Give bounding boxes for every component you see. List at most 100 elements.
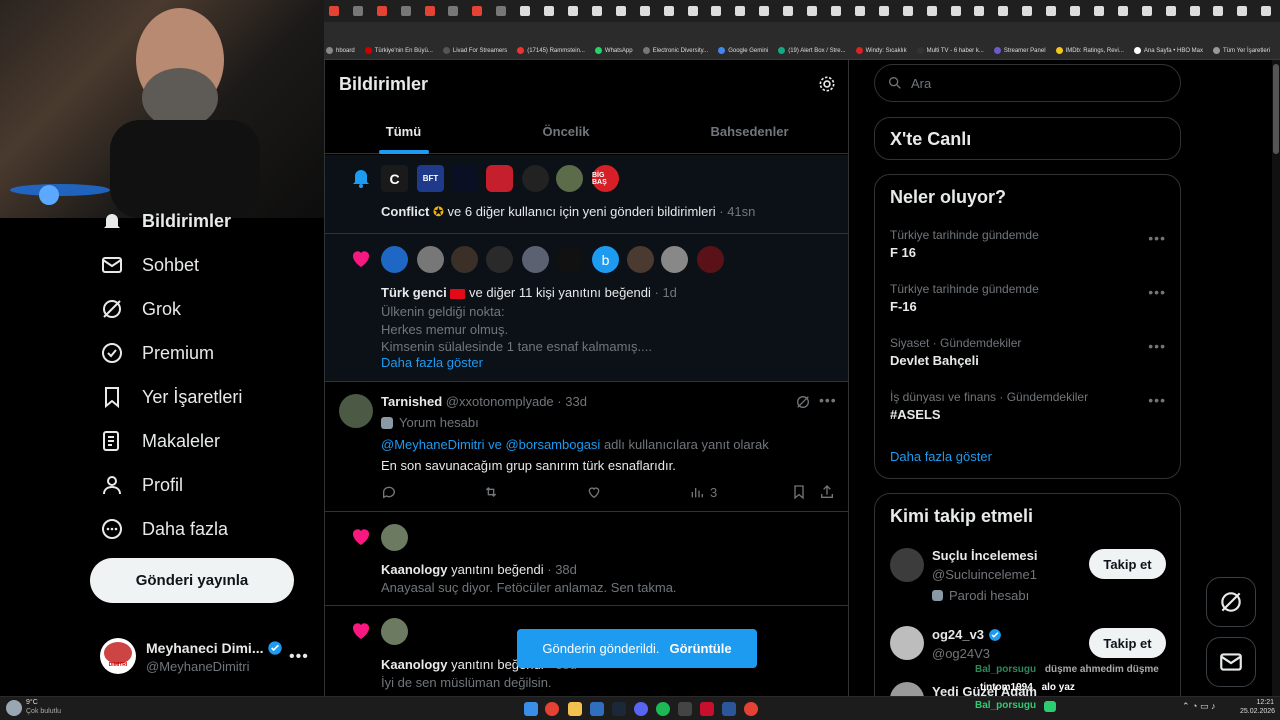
avatar[interactable]: C	[381, 165, 408, 192]
trend-item[interactable]: Siyaset · Gündemdekiler Devlet Bahçeli	[890, 336, 1021, 368]
browser-tab[interactable]	[444, 3, 464, 19]
bookmark-item[interactable]: IMDb: Ratings, Revi...	[1055, 47, 1124, 54]
like-icon[interactable]	[586, 484, 602, 500]
nav-item-articles[interactable]: Makaleler	[100, 429, 220, 453]
mention-link[interactable]: @MeyhaneDimitri	[381, 437, 485, 452]
notification-item[interactable]: C BFT BİG BAŞ Conflict ✪ ve 6 diğer kull…	[325, 155, 848, 234]
account-avatar[interactable]: DIMITRI	[100, 638, 136, 674]
browser-tab[interactable]	[539, 3, 559, 19]
bookmark-item[interactable]: Multi TV - 6 haber k...	[916, 47, 984, 54]
author-handle[interactable]: @xxotonomplyade	[446, 394, 554, 409]
author-name[interactable]: Tarnished	[381, 394, 442, 409]
nav-item-chat[interactable]: Sohbet	[100, 253, 199, 277]
post-button[interactable]: Gönderi yayınla	[90, 558, 294, 603]
bookmark-item[interactable]: WhatsApp	[594, 47, 633, 54]
nav-item-bookmarks[interactable]: Yer İşaretleri	[100, 385, 242, 409]
trend-more-icon[interactable]: •••	[1148, 338, 1166, 354]
post-more-icon[interactable]: •••	[819, 392, 837, 408]
bookmark-item[interactable]: Tüm Yer İşaretleri	[1213, 47, 1270, 54]
browser-tab[interactable]	[1137, 3, 1157, 19]
browser-tab[interactable]	[1232, 3, 1252, 19]
live-card[interactable]: X'te Canlı	[874, 117, 1181, 160]
avatar[interactable]	[451, 165, 478, 192]
browser-tab[interactable]	[515, 3, 535, 19]
avatar[interactable]	[339, 394, 373, 428]
avatar[interactable]	[486, 165, 513, 192]
browser-tab[interactable]	[754, 3, 774, 19]
chrome-icon[interactable]	[744, 702, 758, 716]
folder-icon[interactable]	[568, 702, 582, 716]
bookmark-item[interactable]: Windy: Sıcaklık	[855, 47, 907, 54]
avatar[interactable]	[890, 626, 924, 660]
reply-post[interactable]: Tarnished @xxotonomplyade · 33d ••• Yoru…	[325, 382, 848, 512]
browser-tab[interactable]	[1113, 3, 1133, 19]
avatar[interactable]	[486, 246, 513, 273]
browser-tab[interactable]	[563, 3, 583, 19]
avatar[interactable]	[451, 246, 478, 273]
browser-tab[interactable]	[659, 3, 679, 19]
avatar[interactable]	[417, 246, 444, 273]
search-box[interactable]: Ara	[874, 64, 1181, 102]
app-icon[interactable]	[678, 702, 692, 716]
avatar[interactable]	[381, 246, 408, 273]
steam-icon[interactable]	[612, 702, 626, 716]
actor-name[interactable]: Kaanology	[381, 562, 447, 577]
avatar[interactable]	[522, 246, 549, 273]
trend-more-icon[interactable]: •••	[1148, 284, 1166, 300]
avatar[interactable]	[381, 524, 408, 551]
avatar[interactable]	[890, 548, 924, 582]
browser-tab[interactable]	[635, 3, 655, 19]
grok-icon[interactable]	[795, 394, 811, 410]
actor-name[interactable]: Türk genci	[381, 285, 447, 300]
bookmark-icon[interactable]	[791, 484, 807, 500]
trend-item[interactable]: Türkiye tarihinde gündemde F 16	[890, 228, 1039, 260]
browser-tab[interactable]	[348, 3, 368, 19]
actor-name[interactable]: Conflict	[381, 204, 429, 219]
show-more-link[interactable]: Daha fazla göster	[381, 355, 483, 370]
reply-icon[interactable]	[381, 484, 397, 500]
grok-fab[interactable]	[1206, 577, 1256, 627]
browser-tab[interactable]	[1041, 3, 1061, 19]
toast-view-button[interactable]: Görüntüle	[669, 641, 731, 656]
avatar[interactable]	[661, 246, 688, 273]
browser-tab[interactable]	[898, 3, 918, 19]
browser-tab[interactable]	[707, 3, 727, 19]
browser-tab[interactable]	[730, 3, 750, 19]
app-icon[interactable]	[722, 702, 736, 716]
browser-tab[interactable]	[874, 3, 894, 19]
discord-icon[interactable]	[634, 702, 648, 716]
browser-tab[interactable]	[396, 3, 416, 19]
browser-tab[interactable]	[778, 3, 798, 19]
browser-tab[interactable]	[850, 3, 870, 19]
nav-item-premium[interactable]: Premium	[100, 341, 214, 365]
notification-item[interactable]: Kaanology yanıtını beğendi · 38d Anayasa…	[325, 512, 848, 606]
nav-item-profile[interactable]: Profil	[100, 473, 183, 497]
messages-fab[interactable]	[1206, 637, 1256, 687]
browser-tab[interactable]	[1185, 3, 1205, 19]
browser-tab[interactable]	[324, 3, 344, 19]
browser-tab[interactable]	[467, 3, 487, 19]
trend-more-icon[interactable]: •••	[1148, 392, 1166, 408]
browser-tab[interactable]	[1017, 3, 1037, 19]
windows-start-icon[interactable]	[524, 702, 538, 716]
trend-more-icon[interactable]: •••	[1148, 230, 1166, 246]
app-icon[interactable]	[590, 702, 604, 716]
browser-tab[interactable]	[1209, 3, 1229, 19]
nav-item-more[interactable]: Daha fazla	[100, 517, 228, 541]
search-input[interactable]: Ara	[911, 76, 931, 91]
browser-tab[interactable]	[802, 3, 822, 19]
avatar[interactable]	[556, 246, 583, 273]
notification-item[interactable]: b Türk genci ve diğer 11 kişi yanıtını b…	[325, 234, 848, 382]
repost-icon[interactable]	[483, 484, 499, 500]
nav-item-grok[interactable]: Grok	[100, 297, 181, 321]
browser-tab[interactable]	[683, 3, 703, 19]
browser-tab[interactable]	[993, 3, 1013, 19]
tray-icons[interactable]: ⌃ ◔ ▭ ♪	[1182, 701, 1215, 712]
suggest-name-row[interactable]: og24_v3	[932, 627, 1002, 642]
bookmark-item[interactable]: (19) Alert Box / Stre...	[778, 47, 846, 54]
browser-tab[interactable]	[1065, 3, 1085, 19]
settings-gear-icon[interactable]	[817, 74, 837, 94]
views-stat[interactable]: 3	[689, 484, 717, 500]
avatar[interactable]	[556, 165, 583, 192]
trends-show-more-link[interactable]: Daha fazla göster	[890, 449, 992, 464]
